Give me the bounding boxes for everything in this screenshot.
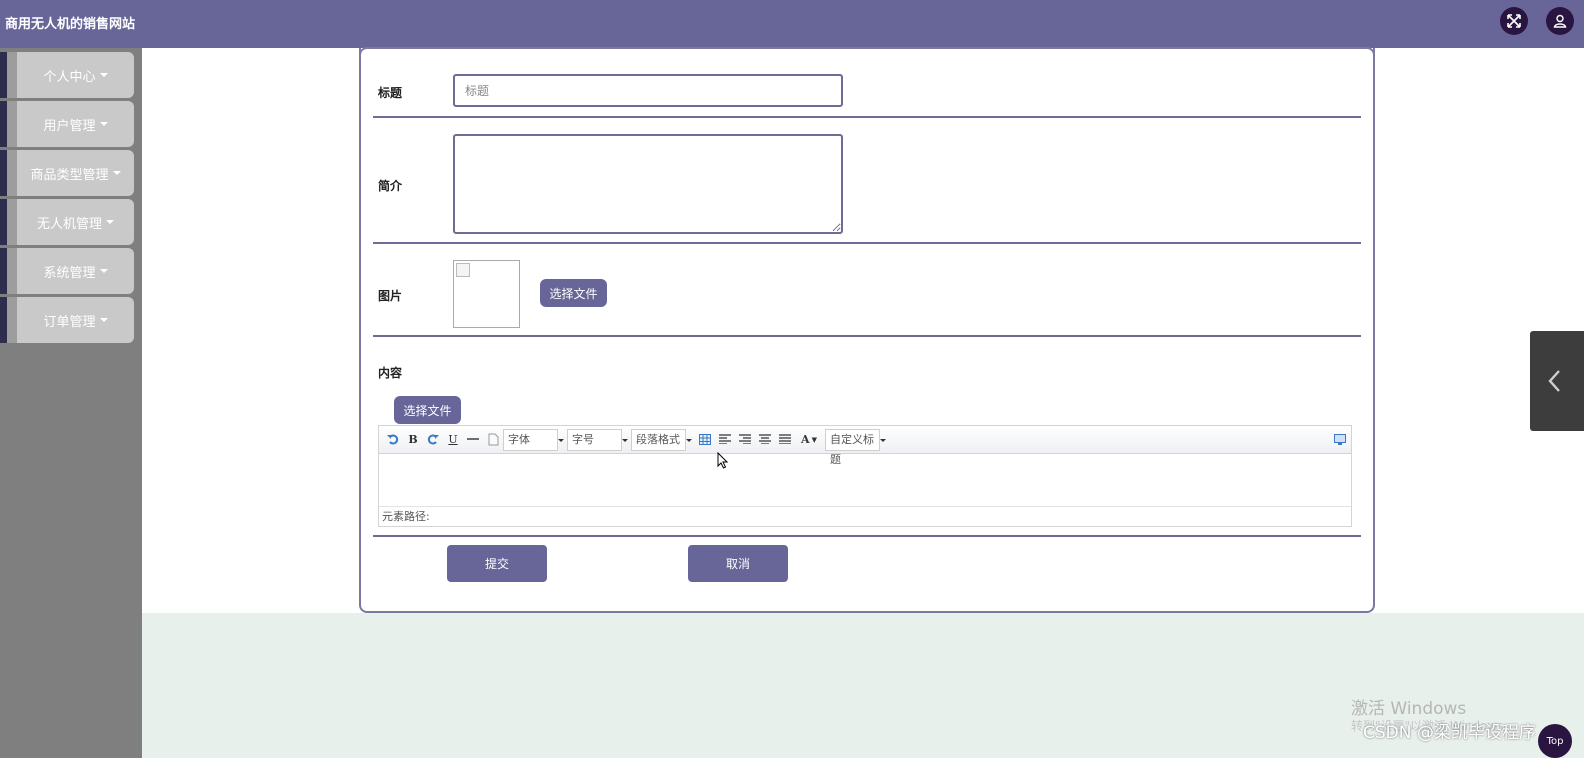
font-family-select[interactable]: 字体 — [503, 429, 564, 451]
custom-title-select[interactable]: 自定义标题 — [825, 429, 886, 466]
expand-icon[interactable] — [1500, 7, 1528, 35]
chevron-down-icon — [621, 430, 629, 450]
cancel-button[interactable]: 取消 — [688, 545, 788, 582]
divider — [373, 242, 1361, 244]
image-preview — [453, 260, 520, 328]
caret-down-icon — [106, 220, 114, 224]
sidebar-item-label: 订单管理 — [43, 314, 96, 330]
sidebar-item-user-management[interactable]: 用户管理 — [0, 101, 134, 147]
activate-windows-watermark: 激活 Windows — [1351, 699, 1467, 719]
intro-textarea[interactable] — [453, 134, 843, 234]
horizontal-rule-icon[interactable] — [466, 432, 480, 446]
top-header: 商用无人机的销售网站 — [0, 0, 1584, 48]
site-title: 商用无人机的销售网站 — [5, 17, 136, 32]
back-to-top-button[interactable]: Top — [1538, 724, 1572, 758]
paragraph-format-select[interactable]: 段落格式 — [631, 429, 692, 451]
sidebar-item-label: 无人机管理 — [36, 216, 102, 232]
font-color-icon[interactable]: A ▼ — [799, 432, 819, 446]
intro-label: 简介 — [378, 179, 403, 193]
chevron-down-icon — [879, 430, 887, 450]
form-card-top-edge — [359, 47, 1375, 55]
rich-text-editor: B U 字体 字号 段落格式 A ▼ 自定义标题 元素路径: — [378, 425, 1352, 527]
chevron-down-icon — [557, 430, 565, 450]
divider — [373, 535, 1361, 537]
chevron-down-icon — [685, 430, 693, 450]
table-icon[interactable] — [698, 432, 712, 446]
sidebar-item-label: 用户管理 — [43, 118, 96, 134]
bold-icon[interactable]: B — [406, 432, 420, 446]
editor-toolbar: B U 字体 字号 段落格式 A ▼ 自定义标题 — [379, 426, 1351, 466]
sidebar-item-personal-center[interactable]: 个人中心 — [0, 52, 134, 98]
align-right-icon[interactable] — [738, 432, 752, 446]
sidebar-item-label: 系统管理 — [43, 265, 96, 281]
content-label: 内容 — [378, 366, 403, 380]
content-choose-file-button[interactable]: 选择文件 — [394, 396, 461, 424]
font-size-select[interactable]: 字号 — [567, 429, 628, 451]
broken-image-icon — [456, 263, 470, 277]
fullscreen-icon[interactable] — [1333, 432, 1347, 446]
submit-button[interactable]: 提交 — [447, 545, 547, 582]
title-label: 标题 — [378, 86, 403, 100]
editor-content-area[interactable] — [379, 455, 1351, 506]
align-center-icon[interactable] — [758, 432, 772, 446]
caret-down-icon — [99, 318, 108, 322]
sidebar-item-order-management[interactable]: 订单管理 — [0, 297, 134, 343]
justify-icon[interactable] — [778, 432, 792, 446]
chevron-left-icon — [1548, 370, 1560, 392]
user-icon[interactable] — [1546, 7, 1574, 35]
paste-text-icon[interactable] — [486, 432, 500, 446]
redo-icon[interactable] — [426, 432, 440, 446]
caret-down-icon — [112, 171, 121, 175]
divider — [373, 116, 1361, 118]
title-input[interactable] — [453, 74, 843, 107]
image-label: 图片 — [378, 289, 403, 303]
sidebar-item-label: 商品类型管理 — [30, 167, 109, 183]
csdn-watermark: CSDN @梁凯毕设程序 — [1363, 723, 1536, 743]
sidebar-item-label: 个人中心 — [43, 69, 96, 85]
sidebar-item-drone-management[interactable]: 无人机管理 — [0, 199, 134, 245]
sidebar-item-product-type-management[interactable]: 商品类型管理 — [0, 150, 134, 196]
underline-icon[interactable]: U — [446, 432, 460, 446]
element-path-bar: 元素路径: — [379, 506, 1351, 526]
sidebar-item-system-management[interactable]: 系统管理 — [0, 248, 134, 294]
mouse-cursor-icon — [717, 451, 729, 472]
caret-down-icon — [99, 122, 108, 126]
sidebar: 个人中心 用户管理 商品类型管理 无人机管理 系统管理 订单管理 — [0, 48, 142, 758]
caret-down-icon — [99, 73, 108, 77]
form-card — [359, 48, 1375, 613]
caret-down-icon — [99, 269, 108, 273]
align-left-icon[interactable] — [718, 432, 732, 446]
image-choose-file-button[interactable]: 选择文件 — [540, 279, 607, 307]
divider — [373, 335, 1361, 337]
undo-icon[interactable] — [386, 432, 400, 446]
side-panel-toggle[interactable] — [1530, 331, 1584, 431]
